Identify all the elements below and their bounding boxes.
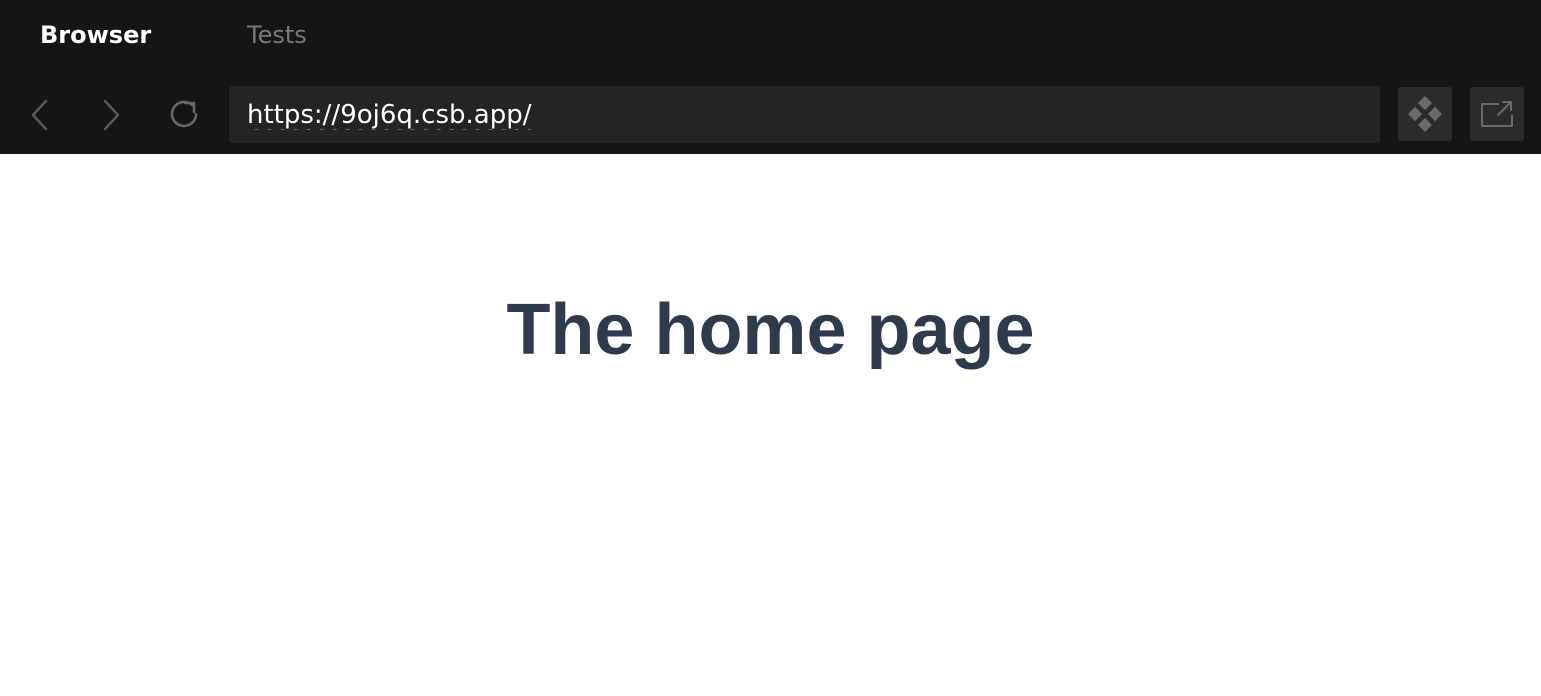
diamond-cluster-icon xyxy=(1407,96,1443,132)
open-in-new-window-button[interactable] xyxy=(1470,87,1524,141)
back-button[interactable] xyxy=(13,88,67,142)
tab-tests[interactable]: Tests xyxy=(247,18,307,52)
chevron-left-icon xyxy=(31,99,48,131)
tab-bar: Browser Tests xyxy=(0,0,1541,70)
refresh-icon xyxy=(170,100,198,128)
tab-browser[interactable]: Browser xyxy=(40,18,151,52)
forward-button[interactable] xyxy=(84,88,138,142)
open-external-icon xyxy=(1481,101,1513,127)
refresh-button[interactable] xyxy=(158,88,212,142)
chevron-right-icon xyxy=(103,99,120,131)
address-bar[interactable] xyxy=(229,86,1380,143)
page-heading: The home page xyxy=(506,290,1035,370)
page-viewport: The home page xyxy=(0,154,1541,696)
devtools-button[interactable] xyxy=(1398,87,1452,141)
browser-chrome: Browser Tests xyxy=(0,0,1541,154)
url-input[interactable] xyxy=(247,99,1380,130)
